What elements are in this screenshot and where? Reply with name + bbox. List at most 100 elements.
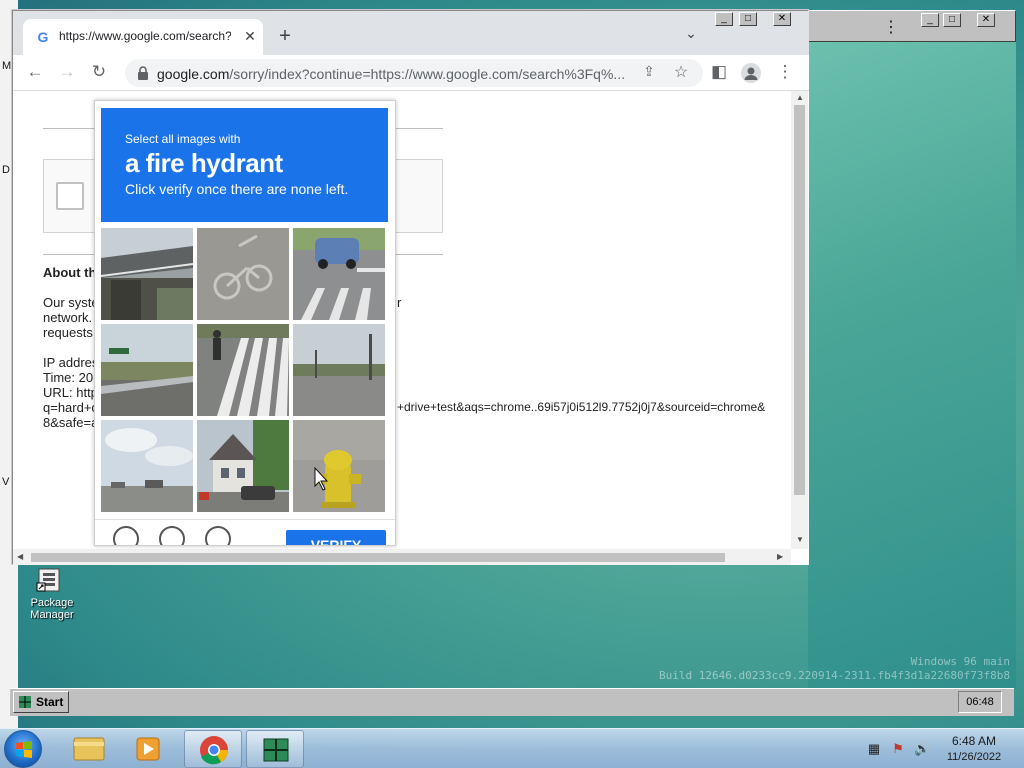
lock-icon[interactable] (135, 65, 151, 81)
scroll-left-arrow-icon[interactable]: ◀ (17, 552, 23, 561)
captcha-footer: VERIFY (95, 519, 395, 545)
info-line: URL: http (43, 385, 98, 400)
tab-strip: G https://www.google.com/search?q=hard+d… (13, 11, 809, 55)
share-icon[interactable]: ⇪ (639, 63, 659, 83)
info-line: requests (43, 325, 93, 340)
profile-avatar-icon[interactable] (741, 63, 761, 83)
url-host: google.com (157, 66, 230, 82)
horizontal-scroll-thumb[interactable] (31, 553, 725, 562)
taskbar-media-player[interactable] (120, 730, 178, 768)
desktop-icon-package-manager[interactable] (26, 566, 80, 599)
info-line: Time: 20 (43, 370, 94, 385)
maximize-icon[interactable]: □ (739, 12, 757, 26)
address-bar[interactable]: google.com/sorry/index?continue=https://… (125, 59, 703, 87)
recaptcha-checkbox[interactable] (56, 182, 84, 210)
background-window-titlebar[interactable]: ⋮ _ □ ✕ (808, 10, 1016, 42)
clock-date[interactable]: 11/26/2022 (940, 751, 1008, 763)
tile-building-railing[interactable] (101, 228, 193, 320)
clock-time[interactable]: 6:48 AM (944, 734, 1004, 748)
scroll-down-arrow-icon[interactable]: ▼ (796, 535, 804, 544)
info-line: IP addres (43, 355, 99, 370)
offscreen-label: D (2, 164, 10, 176)
build-watermark: Windows 96 main Build 12646.d0233cc9.220… (659, 655, 1010, 683)
captcha-instruction: Select all images with (125, 132, 241, 146)
browser-tab[interactable]: G https://www.google.com/search?q=hard+d… (23, 19, 263, 55)
scroll-right-arrow-icon[interactable]: ▶ (777, 552, 783, 561)
url-text[interactable]: google.com/sorry/index?continue=https://… (157, 66, 639, 82)
url-path: /sorry/index?continue=https://www.google… (229, 66, 626, 82)
package-manager-icon (36, 568, 60, 592)
new-tab-icon[interactable]: + (273, 25, 297, 49)
tab-close-icon[interactable]: ✕ (241, 27, 259, 45)
tile-pedestrian-crosswalk[interactable] (197, 324, 289, 416)
windows96-icon (263, 738, 289, 762)
google-favicon-icon: G (37, 29, 49, 45)
tile-yellow-fire-hydrant[interactable] (293, 420, 385, 512)
horizontal-scrollbar[interactable]: ◀ ▶ (13, 549, 791, 565)
tile-intersection-road[interactable] (293, 324, 385, 416)
taskbar-chrome[interactable] (184, 730, 242, 768)
help-icon[interactable] (205, 526, 231, 545)
captcha-hint: Click verify once there are none left. (125, 181, 349, 197)
side-panel-icon[interactable]: ◧ (707, 61, 731, 85)
browser-toolbar: ← → ↻ google.com/sorry/index?continue=ht… (13, 55, 809, 91)
explorer-icon (73, 737, 105, 761)
reload-challenge-icon[interactable] (113, 526, 139, 545)
win7-taskbar: ▦ ⚑ 🔊 6:48 AM 11/26/2022 (0, 728, 1024, 768)
captcha-challenge-popup: Select all images with a fire hydrant Cl… (94, 100, 396, 546)
captcha-target: a fire hydrant (125, 148, 283, 178)
scroll-up-arrow-icon[interactable]: ▲ (796, 93, 804, 102)
tile-highway-guardrail[interactable] (101, 324, 193, 416)
back-arrow-icon[interactable]: ← (23, 61, 47, 85)
close-icon[interactable]: ✕ (773, 12, 791, 26)
verify-button[interactable]: VERIFY (286, 530, 386, 545)
label-line: Package (30, 597, 74, 609)
action-center-flag-icon[interactable]: ⚑ (890, 741, 906, 757)
media-player-icon (136, 737, 160, 761)
about-heading: About th (43, 265, 97, 280)
tile-blue-car-crosswalk[interactable] (293, 228, 385, 320)
tile-sky-parking-lot[interactable] (101, 420, 193, 512)
minimize-icon[interactable]: _ (715, 12, 733, 26)
url-param-fragment: +drive+test&aqs=chrome..69i57j0i512l9.77… (397, 400, 766, 414)
build-line: Windows 96 main (910, 655, 1010, 668)
tab-title: https://www.google.com/search?q=hard+dri… (59, 29, 231, 43)
taskbar-windows96[interactable] (246, 730, 304, 768)
captcha-header: Select all images with a fire hydrant Cl… (101, 108, 388, 222)
volume-icon[interactable]: 🔊 (914, 741, 930, 757)
kebab-menu-icon[interactable]: ⋮ (883, 17, 899, 37)
windows-start-orb[interactable] (4, 730, 42, 768)
tile-white-house-street[interactable] (197, 420, 289, 512)
vertical-scroll-thumb[interactable] (794, 105, 805, 495)
info-line: q=hard+c (43, 400, 98, 415)
build-line: Build 12646.d0233cc9.220914-2311.fb4f3d1… (659, 669, 1010, 682)
tab-search-chevron-icon[interactable]: ⌄ (681, 25, 701, 45)
windows-logo-icon (16, 741, 32, 758)
w96-clock[interactable]: 06:48 (958, 691, 1002, 713)
maximize-icon[interactable]: □ (943, 13, 961, 27)
offscreen-label: M (2, 60, 12, 72)
chrome-menu-icon[interactable]: ⋮ (773, 61, 797, 85)
w96-start-button[interactable]: Start (13, 691, 69, 713)
w96-taskbar: Start 06:48 (10, 688, 1014, 716)
info-line: network. (43, 310, 93, 325)
vertical-scrollbar[interactable]: ▲ ▼ (791, 91, 808, 549)
close-icon[interactable]: ✕ (977, 13, 995, 27)
info-line: Our syste (43, 295, 99, 310)
minimize-icon[interactable]: _ (921, 13, 939, 27)
audio-challenge-icon[interactable] (159, 526, 185, 545)
tile-bike-lane-marking[interactable] (197, 228, 289, 320)
reload-icon[interactable]: ↻ (87, 61, 111, 85)
chrome-icon (200, 736, 228, 765)
network-icon[interactable]: ▦ (866, 741, 882, 757)
forward-arrow-icon[interactable]: → (55, 61, 79, 85)
w96-logo-icon (19, 696, 31, 708)
taskbar-explorer[interactable] (60, 730, 118, 768)
label-line: Manager (30, 609, 74, 621)
desktop-icon-label[interactable]: Package Manager (22, 597, 82, 621)
info-line: 8&safe=a (43, 415, 99, 430)
info-line-fragment: r (397, 295, 402, 310)
bookmark-star-icon[interactable]: ☆ (671, 62, 691, 82)
background-window-body (808, 40, 1016, 688)
start-label: Start (36, 695, 64, 709)
